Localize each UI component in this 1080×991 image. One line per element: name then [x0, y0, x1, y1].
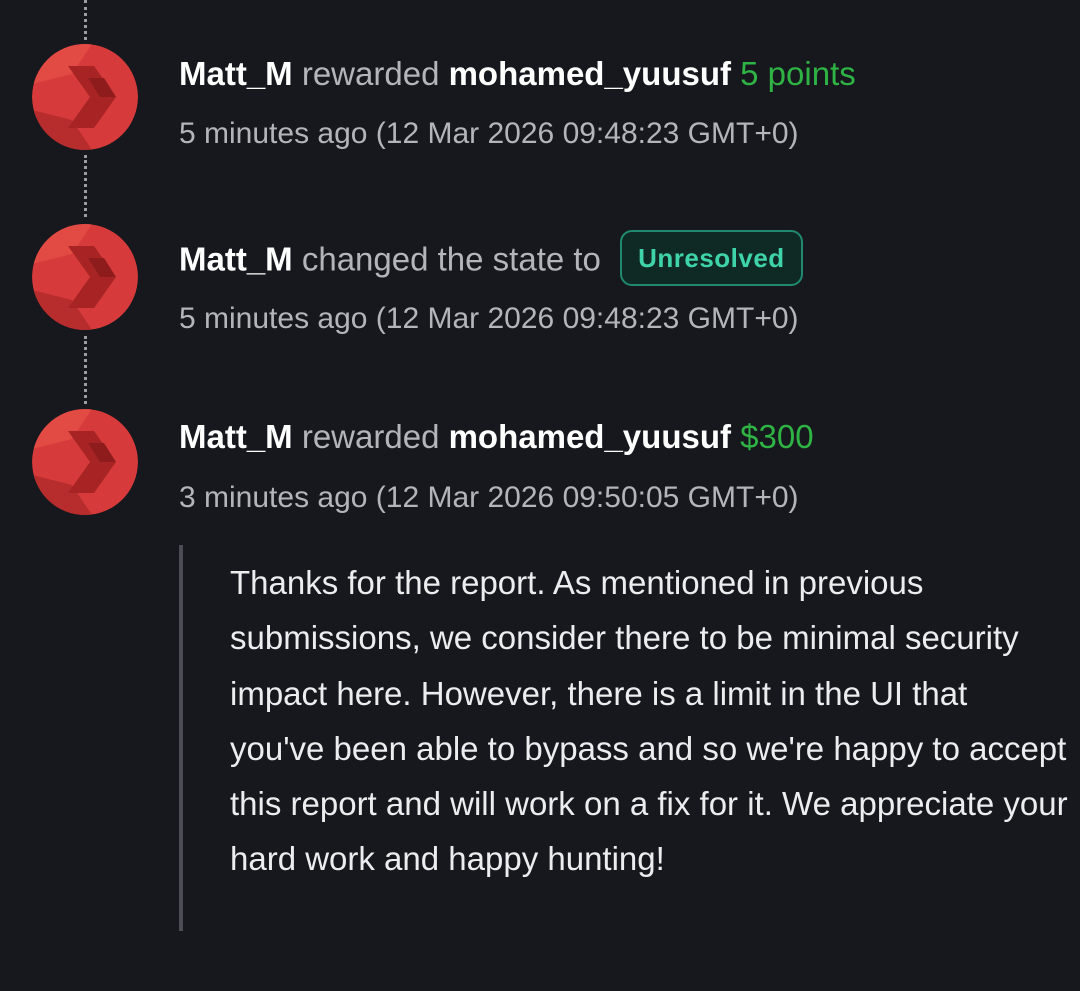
red-chevron-logo-icon — [32, 224, 138, 330]
event-timestamp: 3 minutes ago (12 Mar 2026 09:50:05 GMT+… — [179, 480, 799, 516]
event-timestamp: 5 minutes ago (12 Mar 2026 09:48:23 GMT+… — [179, 301, 799, 337]
event-verb: changed the state to — [301, 240, 601, 278]
actor-username[interactable]: Matt_M — [179, 241, 293, 278]
red-chevron-logo-icon — [32, 409, 138, 515]
avatar[interactable] — [32, 409, 138, 515]
reward-amount: 5 points — [740, 55, 856, 92]
timeline-connector-top — [84, 0, 87, 40]
event-verb: rewarded — [301, 418, 440, 455]
absolute-time: (12 Mar 2026 09:48:23 GMT+0) — [375, 117, 799, 150]
event-timestamp: 5 minutes ago (12 Mar 2026 09:48:23 GMT+… — [179, 116, 799, 152]
avatar[interactable] — [32, 44, 138, 150]
comment-blockquote: Thanks for the report. As mentioned in p… — [179, 545, 1068, 931]
reward-amount: $300 — [740, 418, 814, 455]
event-verb: rewarded — [301, 55, 440, 92]
actor-username[interactable]: Matt_M — [179, 55, 293, 92]
red-chevron-logo-icon — [32, 44, 138, 150]
actor-username[interactable]: Matt_M — [179, 418, 293, 455]
timeline-connector-1 — [84, 155, 87, 217]
timeline-connector-2 — [84, 336, 87, 404]
event-state-change: Matt_M changed the state to Unresolved — [179, 230, 803, 290]
avatar[interactable] — [32, 224, 138, 330]
target-username[interactable]: mohamed_yuusuf — [449, 55, 731, 92]
relative-time[interactable]: 3 minutes ago — [179, 481, 367, 514]
comment-text: Thanks for the report. As mentioned in p… — [230, 564, 1068, 878]
target-username[interactable]: mohamed_yuusuf — [449, 418, 731, 455]
relative-time[interactable]: 5 minutes ago — [179, 302, 367, 335]
absolute-time: (12 Mar 2026 09:48:23 GMT+0) — [375, 302, 799, 335]
state-badge-unresolved: Unresolved — [620, 230, 803, 286]
absolute-time: (12 Mar 2026 09:50:05 GMT+0) — [375, 481, 799, 514]
event-reward-bounty: Matt_M rewarded mohamed_yuusuf $300 — [179, 417, 814, 457]
event-reward-points: Matt_M rewarded mohamed_yuusuf 5 points — [179, 54, 856, 94]
relative-time[interactable]: 5 minutes ago — [179, 117, 367, 150]
